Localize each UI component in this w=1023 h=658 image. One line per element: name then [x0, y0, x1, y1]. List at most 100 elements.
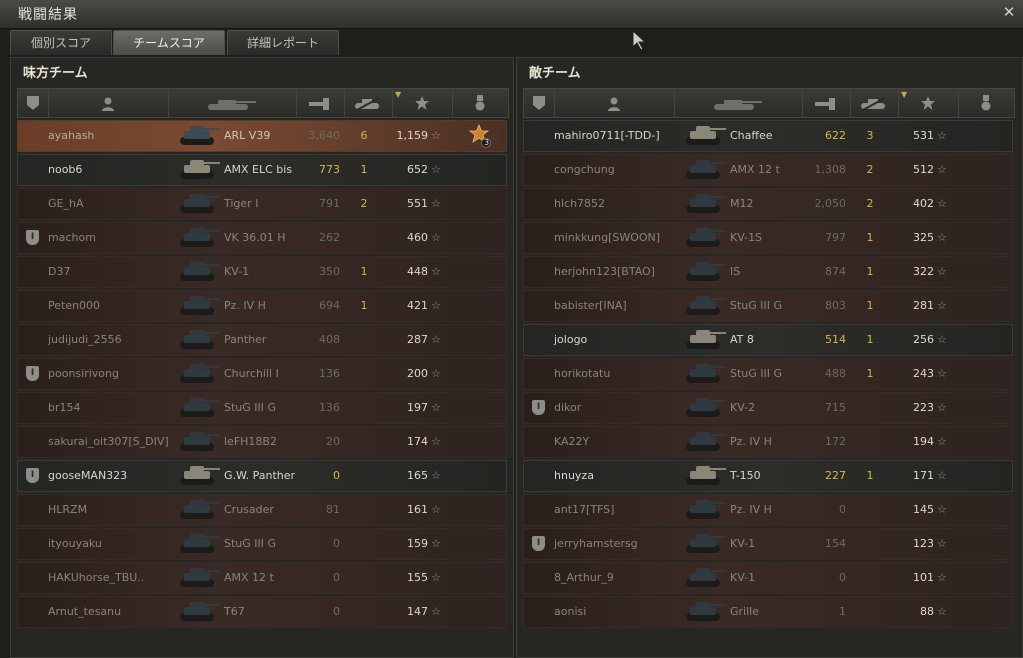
xp-value: 88: [920, 605, 934, 618]
header-squad-column[interactable]: [18, 89, 49, 117]
ally-table-row[interactable]: Peten000 Pz. IV H 694 1 421 ☆: [17, 290, 507, 322]
ally-table-header: ▼: [17, 88, 509, 118]
header-player-column[interactable]: [48, 89, 169, 117]
player-name: gooseMAN323: [48, 469, 128, 482]
xp-star-icon: ☆: [937, 605, 947, 618]
xp-value: 287: [407, 333, 428, 346]
enemy-table-row[interactable]: KA22Y Pz. IV H 172 194 ☆: [523, 426, 1013, 458]
kills-value: 1: [360, 163, 368, 176]
damage-value: 488: [825, 367, 846, 380]
medal-icon: [474, 95, 486, 115]
ally-table-row[interactable]: HLRZM Crusader 81 161 ☆: [17, 494, 507, 526]
enemy-table-row[interactable]: horikotatu StuG III G 488 1 243 ☆: [523, 358, 1013, 390]
player-name: GE_hA: [48, 197, 84, 210]
header-player-column[interactable]: [554, 89, 675, 117]
tank-name: Panther: [224, 333, 267, 346]
ally-table-row[interactable]: GE_hA Tiger I 791 2 551 ☆: [17, 188, 507, 220]
xp-star-icon: ☆: [937, 231, 947, 244]
close-icon[interactable]: ✕: [1001, 4, 1017, 20]
player-name: babister[INA]: [554, 299, 627, 312]
squad-badge-icon: I: [26, 468, 39, 483]
enemy-table-row[interactable]: hlch7852 M12 2,050 2 402 ☆: [523, 188, 1013, 220]
damage-value: 694: [319, 299, 340, 312]
header-tank-column[interactable]: [168, 89, 297, 117]
ally-table-row[interactable]: Ipoonsirivong Churchill I 136 200 ☆: [17, 358, 507, 390]
enemy-table-row[interactable]: minkkung[SWOON] KV-1S 797 1 325 ☆: [523, 222, 1013, 254]
damage-value: 3,640: [308, 129, 341, 142]
xp-star-icon: ☆: [431, 503, 441, 516]
header-xp-column[interactable]: ▼: [392, 89, 453, 117]
ally-table-row[interactable]: Arnut_tesanu T67 0 147 ☆: [17, 596, 507, 628]
ally-table-row[interactable]: Imachom VK 36.01 H 262 460 ☆: [17, 222, 507, 254]
tank-icon: [682, 395, 728, 421]
ally-table-row[interactable]: ayahash ARL V39 3,640 6 1,159 ☆ 3: [17, 120, 507, 152]
xp-star-icon: ☆: [431, 231, 441, 244]
kills-value: [344, 325, 384, 355]
xp-value: 256: [913, 333, 934, 346]
squad-badge-icon: I: [26, 366, 39, 381]
achievement-medal-icon[interactable]: 3: [468, 123, 492, 148]
tank-icon: [176, 123, 222, 149]
damage-value: 2,050: [814, 197, 847, 210]
enemy-table-row[interactable]: Idikor KV-2 715 223 ☆: [523, 392, 1013, 424]
ally-team-title: 味方チーム: [23, 66, 88, 81]
tank-name: AMX 12 t: [224, 571, 274, 584]
enemy-table-row[interactable]: Ijerryhamstersg KV-1 154 123 ☆: [523, 528, 1013, 560]
sort-arrow-icon: ▼: [395, 90, 402, 99]
tank-name: leFH18B2: [224, 435, 277, 448]
tank-name: Tiger I: [224, 197, 259, 210]
ally-table-row[interactable]: IgooseMAN323 G.W. Panther 0 165 ☆: [17, 460, 507, 492]
header-kills-column[interactable]: [850, 89, 899, 117]
enemy-table-row[interactable]: 8_Arthur_9 KV-1 0 101 ☆: [523, 562, 1013, 594]
ally-table-row[interactable]: sakurai_oit307[S_DIV] leFH18B2 20 174 ☆: [17, 426, 507, 458]
tank-icon: [176, 191, 222, 217]
tab-personal-score[interactable]: 個別スコア: [10, 30, 112, 55]
xp-value: 155: [407, 571, 428, 584]
enemy-table-row[interactable]: aonisi Grille 1 88 ☆: [523, 596, 1013, 628]
enemy-table-row[interactable]: jologo AT 8 514 1 256 ☆: [523, 324, 1013, 356]
player-name: ayahash: [48, 129, 95, 142]
header-tank-column[interactable]: [674, 89, 803, 117]
header-medal-column[interactable]: [958, 89, 1015, 117]
tab-team-score[interactable]: チームスコア: [113, 30, 225, 55]
kills-value: 1: [866, 367, 874, 380]
tank-name: VK 36.01 H: [224, 231, 286, 244]
ally-table-row[interactable]: ityouyaku StuG III G 0 159 ☆: [17, 528, 507, 560]
tank-icon: [682, 497, 728, 523]
kills-value: 2: [866, 197, 874, 210]
ally-table-row[interactable]: judijudi_2556 Panther 408 287 ☆: [17, 324, 507, 356]
xp-value: 325: [913, 231, 934, 244]
xp-value: 159: [407, 537, 428, 550]
enemy-table-row[interactable]: herjohn123[BTAO] IS 874 1 322 ☆: [523, 256, 1013, 288]
header-kills-column[interactable]: [344, 89, 393, 117]
header-squad-column[interactable]: [524, 89, 555, 117]
tank-icon: [176, 463, 222, 489]
damage-value: 797: [825, 231, 846, 244]
kills-value: [850, 393, 890, 423]
enemy-table-row[interactable]: ant17[TFS] Pz. IV H 0 145 ☆: [523, 494, 1013, 526]
header-damage-column[interactable]: [802, 89, 851, 117]
kills-value: [850, 529, 890, 559]
tab-detailed-report[interactable]: 詳細レポート: [227, 30, 339, 55]
tank-icon: [682, 225, 728, 251]
ally-table-row[interactable]: br154 StuG III G 136 197 ☆: [17, 392, 507, 424]
enemy-table-row[interactable]: congchung AMX 12 t 1,308 2 512 ☆: [523, 154, 1013, 186]
tank-icon: [176, 429, 222, 455]
enemy-table-row[interactable]: mahiro0711[-TDD-] Chaffee 622 3 531 ☆: [523, 120, 1013, 152]
enemy-table-row[interactable]: babister[INA] StuG III G 803 1 281 ☆: [523, 290, 1013, 322]
ally-table-row[interactable]: HAKUhorse_TBU.. AMX 12 t 0 155 ☆: [17, 562, 507, 594]
tank-name: AMX ELC bis: [224, 163, 293, 176]
kills-value: [850, 563, 890, 593]
ally-table-row[interactable]: D37 KV-1 350 1 448 ☆: [17, 256, 507, 288]
header-xp-column[interactable]: ▼: [898, 89, 959, 117]
kills-value: [344, 563, 384, 593]
xp-star-icon: ☆: [431, 537, 441, 550]
kills-value: [344, 495, 384, 525]
tank-icon: [176, 599, 222, 625]
xp-star-icon: ☆: [431, 163, 441, 176]
enemy-table-row[interactable]: hnuyza T-150 227 1 171 ☆: [523, 460, 1013, 492]
header-damage-column[interactable]: [296, 89, 345, 117]
header-medal-column[interactable]: [452, 89, 509, 117]
ally-table-row[interactable]: noob6 AMX ELC bis 773 1 652 ☆: [17, 154, 507, 186]
kills-value: 1: [866, 265, 874, 278]
